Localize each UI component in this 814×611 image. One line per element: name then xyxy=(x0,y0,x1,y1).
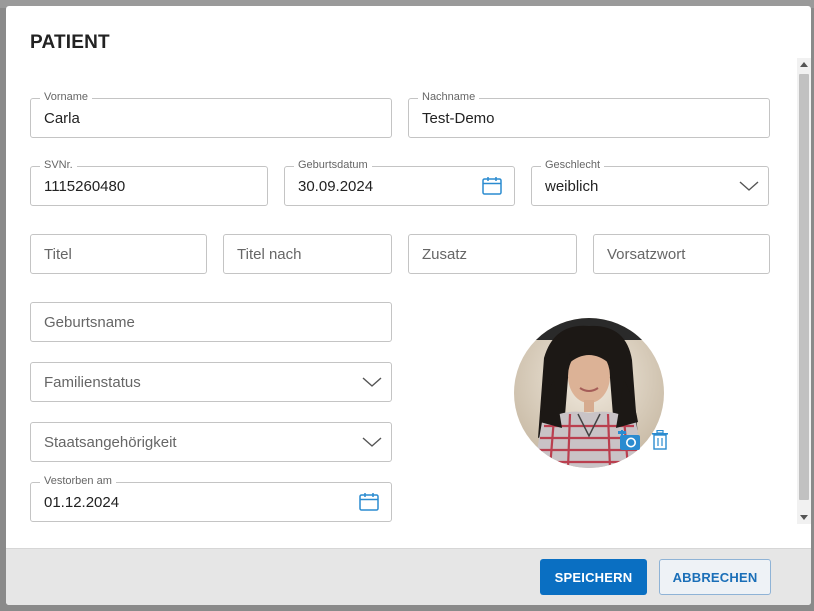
scroll-down-arrow-icon[interactable] xyxy=(800,515,808,520)
geburtsdatum-field[interactable]: Geburtsdatum 30.09.2024 xyxy=(284,159,515,206)
trash-icon[interactable] xyxy=(651,429,669,455)
dialog-footer: SPEICHERN ABBRECHEN xyxy=(6,548,811,605)
vorname-label: Vorname xyxy=(40,91,93,103)
calendar-icon[interactable] xyxy=(359,493,379,516)
geburtsdatum-value: 30.09.2024 xyxy=(298,178,374,195)
geburtsname-placeholder: Geburtsname xyxy=(44,314,135,331)
svnr-label: SVNr. xyxy=(40,159,77,171)
chevron-down-icon[interactable] xyxy=(361,435,383,454)
familienstatus-placeholder: Familienstatus xyxy=(44,374,141,391)
vorsatzwort-placeholder: Vorsatzwort xyxy=(607,246,686,263)
titel-placeholder: Titel xyxy=(44,246,72,263)
patient-dialog: PATIENT Vorname Carla Nachname Test-Demo… xyxy=(6,6,811,605)
svnr-field[interactable]: SVNr. 1115260480 xyxy=(30,159,268,206)
titel-nach-field[interactable]: Titel nach xyxy=(223,234,392,274)
calendar-icon[interactable] xyxy=(482,177,502,200)
zusatz-field[interactable]: Zusatz xyxy=(408,234,577,274)
camera-icon[interactable] xyxy=(618,430,642,457)
titel-field[interactable]: Titel xyxy=(30,234,207,274)
staatsangehoerigkeit-placeholder: Staatsangehörigkeit xyxy=(44,434,177,451)
svnr-value: 1115260480 xyxy=(44,178,126,195)
verstorben-label: Vestorben am xyxy=(40,475,116,487)
geburtsname-field[interactable]: Geburtsname xyxy=(30,302,392,342)
staatsangehoerigkeit-select[interactable]: Staatsangehörigkeit xyxy=(30,422,392,462)
vertical-scrollbar[interactable] xyxy=(797,58,811,524)
scroll-up-arrow-icon[interactable] xyxy=(800,62,808,67)
vorname-field[interactable]: Vorname Carla xyxy=(30,91,392,138)
dialog-title: PATIENT xyxy=(30,32,110,53)
geschlecht-select[interactable]: Geschlecht weiblich xyxy=(531,159,769,206)
vorsatzwort-field[interactable]: Vorsatzwort xyxy=(593,234,770,274)
geschlecht-value: weiblich xyxy=(545,178,599,195)
verstorben-field[interactable]: Vestorben am 01.12.2024 xyxy=(30,475,392,522)
cancel-button[interactable]: ABBRECHEN xyxy=(659,559,771,595)
chevron-down-icon[interactable] xyxy=(361,375,383,394)
scrollbar-thumb[interactable] xyxy=(799,74,809,500)
titel-nach-placeholder: Titel nach xyxy=(237,246,302,263)
chevron-down-icon[interactable] xyxy=(738,179,760,198)
geburtsdatum-label: Geburtsdatum xyxy=(294,159,372,171)
nachname-field[interactable]: Nachname Test-Demo xyxy=(408,91,770,138)
geschlecht-label: Geschlecht xyxy=(541,159,605,171)
nachname-label: Nachname xyxy=(418,91,480,103)
verstorben-value: 01.12.2024 xyxy=(44,494,120,511)
zusatz-placeholder: Zusatz xyxy=(422,246,468,263)
vorname-value: Carla xyxy=(44,110,80,127)
save-button[interactable]: SPEICHERN xyxy=(540,559,647,595)
nachname-value: Test-Demo xyxy=(422,110,495,127)
familienstatus-select[interactable]: Familienstatus xyxy=(30,362,392,402)
